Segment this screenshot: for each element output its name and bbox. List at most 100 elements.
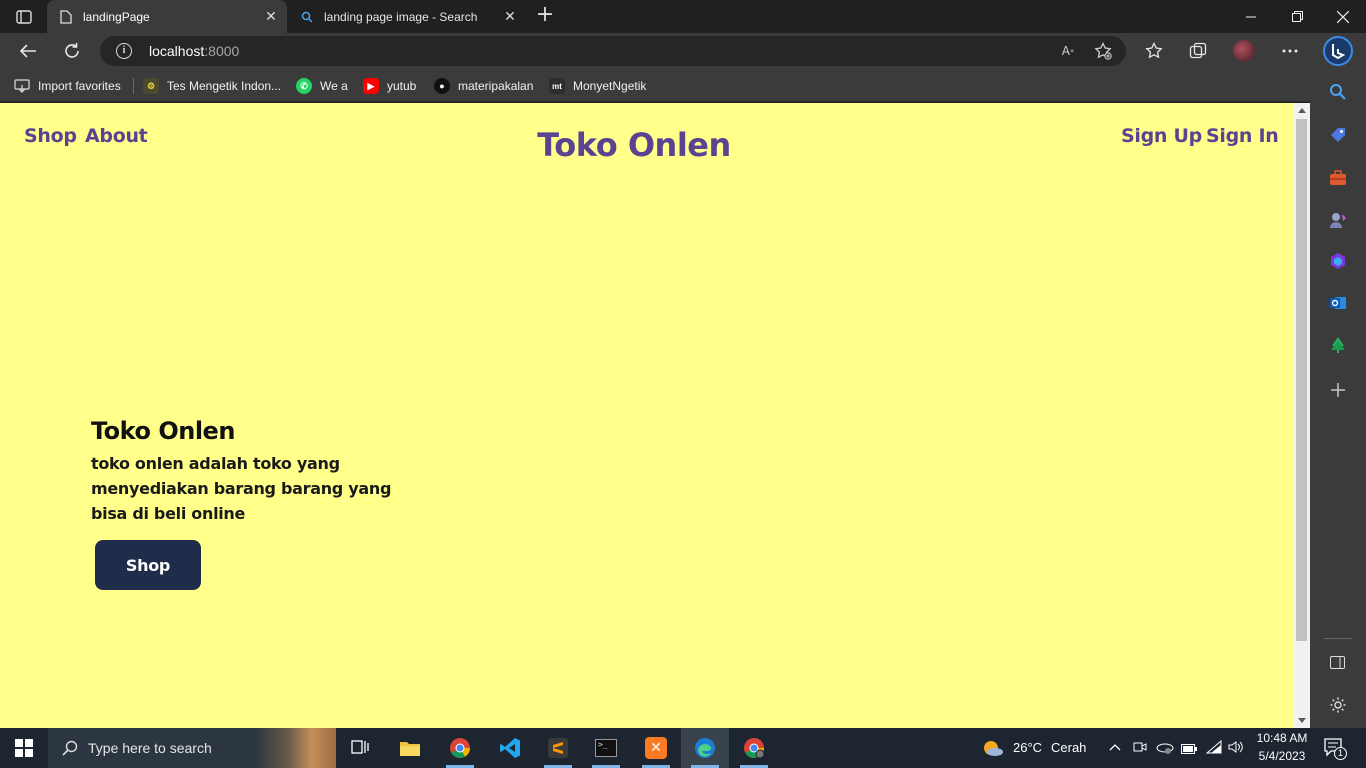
favorites-divider	[133, 78, 134, 94]
wifi-icon[interactable]	[1205, 739, 1222, 759]
sidebar-divider	[1324, 638, 1352, 639]
chrome-profile-icon[interactable]	[730, 728, 778, 768]
favorite-import[interactable]: Import favorites	[14, 76, 121, 96]
hero-description: toko onlen adalah toko yang menyediakan …	[91, 454, 392, 523]
volume-icon[interactable]	[1228, 740, 1244, 759]
page-viewport: Shop About Toko Onlen Sign Up Sign In To…	[0, 103, 1294, 728]
chrome-icon[interactable]	[436, 728, 484, 768]
favorite-label: materipakalan	[458, 79, 534, 93]
scrollbar-thumb[interactable]	[1296, 119, 1307, 641]
page-scrollbar[interactable]	[1294, 103, 1310, 728]
favorite-label: MonyetNgetik	[573, 79, 647, 93]
tools-icon[interactable]	[1327, 167, 1349, 189]
favorite-youtube[interactable]: ▶ yutub	[363, 76, 416, 96]
restore-button[interactable]	[1274, 0, 1320, 33]
search-icon	[300, 10, 314, 24]
notifications-icon[interactable]: 1	[1324, 738, 1347, 763]
close-window-button[interactable]	[1320, 0, 1366, 33]
bing-chat-icon[interactable]	[1322, 35, 1354, 67]
notification-count: 1	[1334, 747, 1347, 760]
minimize-button[interactable]	[1228, 0, 1274, 33]
nav-signup-link[interactable]: Sign Up	[1121, 125, 1202, 147]
windows-logo-icon	[15, 739, 33, 757]
read-aloud-icon[interactable]: A»	[1058, 41, 1078, 61]
more-options-icon[interactable]	[1275, 37, 1305, 65]
back-icon[interactable]	[13, 37, 43, 65]
start-button[interactable]	[0, 728, 48, 768]
hide-sidebar-icon[interactable]	[1327, 652, 1349, 674]
weather-icon[interactable]	[981, 728, 1005, 768]
tab-search[interactable]: landing page image - Search ✕	[288, 0, 526, 33]
taskbar-search-box[interactable]: Type here to search	[48, 728, 336, 768]
tab-actions-icon[interactable]	[8, 6, 40, 28]
vscode-icon[interactable]	[486, 728, 534, 768]
address-bar[interactable]: i localhost:8000 A»	[100, 36, 1126, 66]
tab-title: landingPage	[83, 9, 150, 24]
favorite-label: Tes Mengetik Indon...	[167, 79, 282, 93]
clock-time[interactable]: 10:48 AM	[1256, 731, 1308, 745]
search-icon[interactable]	[1327, 81, 1349, 103]
drop-tree-icon[interactable]	[1327, 334, 1349, 356]
nav-signin-link[interactable]: Sign In	[1206, 125, 1279, 147]
favorites-bar: Import favorites ⚙ Tes Mengetik Indon...…	[0, 70, 1310, 102]
favorite-github[interactable]: ● materipakalan	[434, 76, 533, 96]
edge-icon[interactable]	[681, 728, 729, 768]
show-hidden-icons[interactable]	[1109, 738, 1121, 754]
hero-title: Toko Onlen	[91, 417, 235, 445]
games-icon[interactable]	[1327, 209, 1349, 231]
office-icon[interactable]	[1327, 250, 1349, 272]
site-info-icon[interactable]: i	[116, 43, 132, 59]
profile-avatar[interactable]	[1229, 37, 1259, 65]
site-brand[interactable]: Toko Onlen	[0, 126, 1268, 164]
add-icon[interactable]	[1327, 379, 1349, 401]
file-explorer-icon[interactable]	[386, 728, 434, 768]
browser-toolbar: i localhost:8000 A»	[0, 33, 1366, 70]
refresh-icon[interactable]	[57, 37, 87, 65]
monkeytype-icon: mt	[549, 78, 565, 94]
close-tab-icon[interactable]: ✕	[259, 8, 283, 25]
keyboard-test-icon: ⚙	[143, 78, 159, 94]
favorite-tes-mengetik[interactable]: ⚙ Tes Mengetik Indon...	[143, 76, 281, 96]
url-host: localhost	[149, 43, 205, 59]
tab-title: landing page image - Search	[324, 9, 478, 24]
github-icon: ●	[434, 78, 450, 94]
close-tab-icon[interactable]: ✕	[498, 8, 522, 25]
favorite-label: Import favorites	[38, 79, 121, 93]
scroll-down-icon[interactable]	[1298, 718, 1306, 723]
tab-landing-page[interactable]: landingPage ✕	[47, 0, 287, 33]
edge-sidebar	[1310, 70, 1366, 728]
page-icon	[59, 9, 73, 24]
whatsapp-icon: ✆	[296, 78, 312, 94]
collections-icon[interactable]	[1183, 37, 1213, 65]
weather-temp[interactable]: 26°C	[1013, 740, 1042, 755]
import-icon	[14, 78, 30, 94]
url-port: :8000	[204, 43, 240, 59]
hero-shop-button[interactable]: Shop	[95, 540, 201, 590]
clock-date[interactable]: 5/4/2023	[1256, 749, 1308, 763]
youtube-icon: ▶	[363, 78, 379, 94]
meet-now-icon[interactable]	[1133, 740, 1147, 759]
terminal-icon[interactable]: >_	[582, 728, 630, 768]
outlook-icon[interactable]	[1327, 292, 1349, 314]
add-favorite-icon[interactable]	[1093, 41, 1113, 61]
favorites-icon[interactable]	[1139, 37, 1169, 65]
search-highlight-image	[256, 728, 336, 768]
search-placeholder: Type here to search	[88, 740, 212, 756]
sidebar-settings-icon[interactable]	[1327, 694, 1349, 716]
onedrive-icon[interactable]	[1156, 740, 1174, 759]
new-tab-button[interactable]: +	[533, 4, 557, 28]
url-text[interactable]: localhost:8000	[149, 43, 239, 59]
shopping-tag-icon[interactable]	[1327, 124, 1349, 146]
xampp-icon[interactable]: ✕	[632, 728, 680, 768]
favorite-label: yutub	[387, 79, 417, 93]
task-view-icon[interactable]	[336, 728, 384, 768]
search-icon	[62, 740, 78, 756]
tab-strip: landingPage ✕ landing page image - Searc…	[0, 0, 1366, 33]
favorite-whatsapp[interactable]: ✆ We a	[296, 76, 348, 96]
windows-taskbar: Type here to search >_ ✕ 26°C Cerah 10:4…	[0, 728, 1366, 768]
battery-icon[interactable]	[1181, 741, 1197, 759]
scroll-up-icon[interactable]	[1298, 108, 1306, 113]
sublime-text-icon[interactable]	[534, 728, 582, 768]
favorite-monyetngetik[interactable]: mt MonyetNgetik	[549, 76, 646, 96]
weather-condition[interactable]: Cerah	[1051, 740, 1086, 755]
